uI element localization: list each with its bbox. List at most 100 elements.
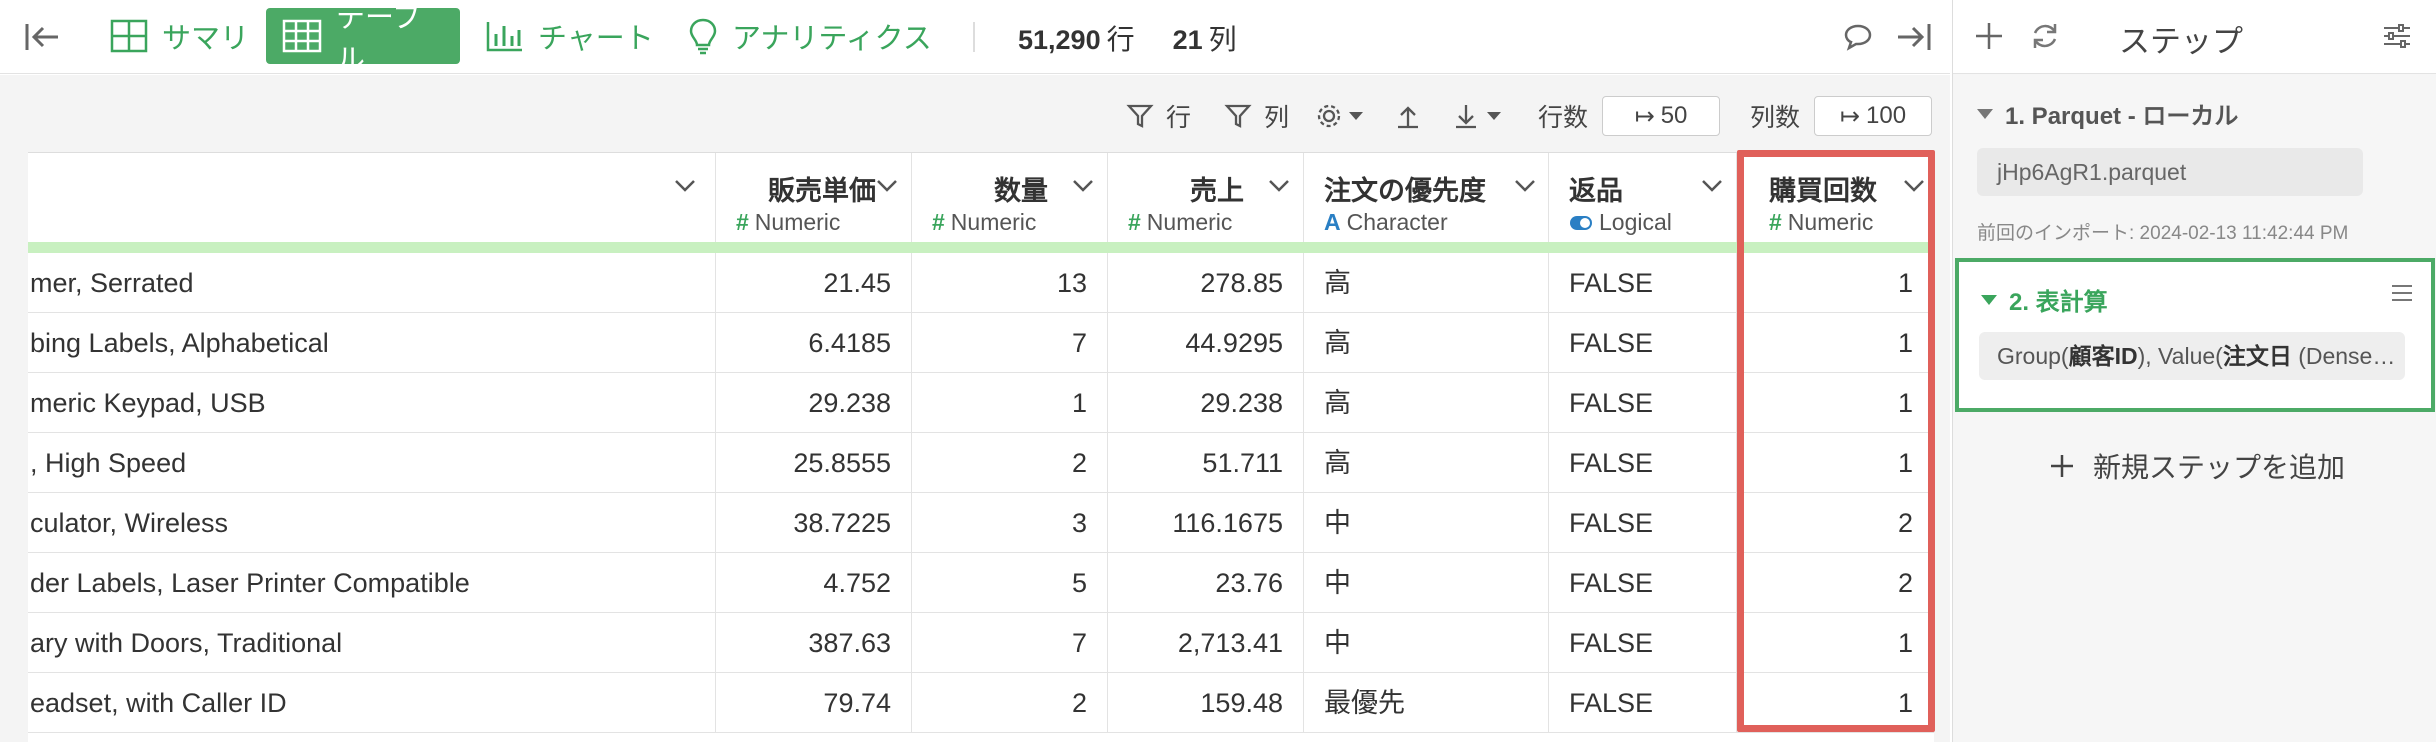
column-header-order-priority[interactable]: 注文の優先度 A Character — [1304, 153, 1549, 242]
collapse-right-icon[interactable] — [1894, 18, 1934, 56]
table-header: 販売単価 # Numeric 数量 # Numeric 売上 # Numeric 注文… — [28, 153, 1934, 242]
cell-unit-price[interactable]: 387.63 — [716, 613, 912, 673]
cell-returned[interactable]: FALSE — [1549, 553, 1737, 613]
step-2-card[interactable]: 2. 表計算 Group(顧客ID), Value(注文日 (Dense… — [1955, 258, 2435, 412]
cell-priority[interactable]: 中 — [1304, 553, 1549, 613]
rows-count-input[interactable]: ↦ 50 — [1602, 96, 1720, 136]
table-row[interactable]: mer, Serrated 21.45 13 278.85 高 FALSE 1 — [28, 253, 1934, 313]
table-row[interactable]: der Labels, Laser Printer Compatible 4.75… — [28, 553, 1934, 613]
table-row[interactable]: bing Labels, Alphabetical 6.4185 7 44.9295 高… — [28, 313, 1934, 373]
cell-quantity[interactable]: 2 — [912, 433, 1108, 493]
cell-priority[interactable]: 高 — [1304, 433, 1549, 493]
step-1-header[interactable]: 1. Parquet - ローカル — [1977, 96, 2238, 131]
plus-icon[interactable] — [1973, 20, 2005, 52]
comment-icon[interactable] — [1838, 18, 1878, 56]
upload-icon[interactable] — [1394, 96, 1422, 136]
tab-analytics[interactable]: アナリティクス — [672, 8, 948, 64]
cell-sales[interactable]: 278.85 — [1108, 253, 1304, 313]
cell-priority[interactable]: 中 — [1304, 613, 1549, 673]
column-header-quantity[interactable]: 数量 # Numeric — [912, 153, 1108, 242]
row-filter-button[interactable]: 行 — [1126, 96, 1191, 136]
step-2-label: 2. 表計算 — [2009, 289, 2108, 316]
cell-quantity[interactable]: 2 — [912, 673, 1108, 733]
cell-sales[interactable]: 159.48 — [1108, 673, 1304, 733]
cell-quantity[interactable]: 5 — [912, 553, 1108, 613]
collapse-left-icon[interactable] — [22, 18, 62, 56]
cell-priority[interactable]: 高 — [1304, 373, 1549, 433]
step-1-file[interactable]: jHp6AgR1.parquet — [1977, 148, 2363, 196]
cell-returned[interactable]: FALSE — [1549, 493, 1737, 553]
sliders-icon[interactable] — [2381, 20, 2413, 52]
cell-product[interactable]: bing Labels, Alphabetical — [28, 313, 716, 373]
add-step-button[interactable]: 新規ステップを追加 — [2049, 446, 2345, 486]
column-name: 売上 — [1190, 176, 1244, 206]
column-name: 返品 — [1569, 176, 1623, 206]
cell-unit-price[interactable]: 79.74 — [716, 673, 912, 733]
cell-sales[interactable]: 44.9295 — [1108, 313, 1304, 373]
table-row[interactable]: eadset, with Caller ID 79.74 2 159.48 最優先 FAL… — [28, 673, 1934, 733]
cell-unit-price[interactable]: 38.7225 — [716, 493, 912, 553]
cell-quantity[interactable]: 3 — [912, 493, 1108, 553]
column-filter-button[interactable]: 列 — [1224, 96, 1289, 136]
cell-returned[interactable]: FALSE — [1549, 613, 1737, 673]
chevron-down-icon[interactable] — [1072, 179, 1094, 193]
cell-returned[interactable]: FALSE — [1549, 673, 1737, 733]
chevron-down-icon[interactable] — [876, 179, 898, 193]
tab-table[interactable]: テーブル — [266, 2, 460, 76]
data-table: 販売単価 # Numeric 数量 # Numeric 売上 # Numeric 注文… — [28, 152, 1934, 742]
table-row[interactable]: , High Speed 25.8555 2 51.711 高 FALSE 1 — [28, 433, 1934, 493]
tab-summary[interactable]: サマリ — [94, 8, 265, 64]
column-header-unit-price[interactable]: 販売単価 # Numeric — [716, 153, 912, 242]
column-count: 21 — [1172, 25, 1203, 55]
refresh-icon[interactable] — [2029, 20, 2061, 52]
download-dropdown[interactable] — [1452, 96, 1502, 136]
chevron-down-icon[interactable] — [1514, 179, 1536, 193]
chevron-down-icon[interactable] — [674, 179, 696, 193]
step-2-header[interactable]: 2. 表計算 — [1981, 282, 2108, 317]
column-header-returned[interactable]: 返品 Logical — [1549, 153, 1737, 242]
menu-icon[interactable] — [2391, 284, 2413, 302]
cell-unit-price[interactable]: 29.238 — [716, 373, 912, 433]
column-header-product[interactable] — [28, 153, 716, 242]
cell-priority[interactable]: 最優先 — [1304, 673, 1549, 733]
cell-sales[interactable]: 116.1675 — [1108, 493, 1304, 553]
cell-product[interactable]: der Labels, Laser Printer Compatible — [28, 553, 716, 613]
step-2-formula[interactable]: Group(顧客ID), Value(注文日 (Dense… — [1979, 332, 2405, 380]
cell-sales[interactable]: 2,713.41 — [1108, 613, 1304, 673]
cell-priority[interactable]: 高 — [1304, 313, 1549, 373]
cell-sales[interactable]: 51.711 — [1108, 433, 1304, 493]
cell-product[interactable]: ary with Doors, Traditional — [28, 613, 716, 673]
cell-unit-price[interactable]: 4.752 — [716, 553, 912, 613]
cell-quantity[interactable]: 1 — [912, 373, 1108, 433]
cell-product[interactable]: , High Speed — [28, 433, 716, 493]
cell-product[interactable]: mer, Serrated — [28, 253, 716, 313]
tab-chart[interactable]: チャート — [470, 8, 670, 64]
cell-product[interactable]: eadset, with Caller ID — [28, 673, 716, 733]
cell-quantity[interactable]: 7 — [912, 313, 1108, 373]
cell-unit-price[interactable]: 6.4185 — [716, 313, 912, 373]
step-1-import-time: 前回のインポート: 2024-02-13 11:42:44 PM — [1977, 223, 2349, 244]
cell-product[interactable]: meric Keypad, USB — [28, 373, 716, 433]
cell-returned[interactable]: FALSE — [1549, 313, 1737, 373]
table-row[interactable]: meric Keypad, USB 29.238 1 29.238 高 FALSE 1 — [28, 373, 1934, 433]
cell-returned[interactable]: FALSE — [1549, 373, 1737, 433]
cell-unit-price[interactable]: 21.45 — [716, 253, 912, 313]
column-header-sales[interactable]: 売上 # Numeric — [1108, 153, 1304, 242]
cell-quantity[interactable]: 7 — [912, 613, 1108, 673]
chevron-down-icon[interactable] — [1701, 179, 1723, 193]
cols-count-input[interactable]: ↦ 100 — [1814, 96, 1932, 136]
cell-priority[interactable]: 中 — [1304, 493, 1549, 553]
cell-priority[interactable]: 高 — [1304, 253, 1549, 313]
cell-returned[interactable]: FALSE — [1549, 433, 1737, 493]
column-name: 数量 — [994, 176, 1048, 206]
table-row[interactable]: culator, Wireless 38.7225 3 116.1675 中 FALSE 2 — [28, 493, 1934, 553]
settings-dropdown[interactable] — [1316, 96, 1364, 136]
cell-unit-price[interactable]: 25.8555 — [716, 433, 912, 493]
cell-sales[interactable]: 23.76 — [1108, 553, 1304, 613]
cell-sales[interactable]: 29.238 — [1108, 373, 1304, 433]
cell-returned[interactable]: FALSE — [1549, 253, 1737, 313]
table-row[interactable]: ary with Doors, Traditional 387.63 7 2,713.… — [28, 613, 1934, 673]
chevron-down-icon[interactable] — [1268, 179, 1290, 193]
cell-quantity[interactable]: 13 — [912, 253, 1108, 313]
cell-product[interactable]: culator, Wireless — [28, 493, 716, 553]
